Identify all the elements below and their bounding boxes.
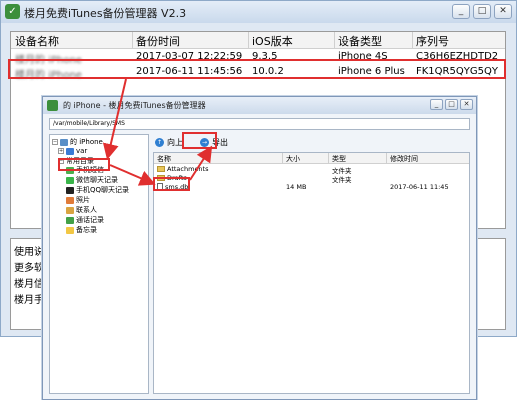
file-list-header: 名称 大小 类型 修改时间 [154,153,469,164]
tree-item-notes[interactable]: 备忘录 [66,225,97,235]
photo-icon [66,196,74,204]
main-title: 楼月免费iTunes备份管理器 V2.3 [24,7,187,20]
path-field[interactable]: /var/mobile/Library/SMS [49,118,470,130]
file-list: 名称 大小 类型 修改时间 Attachments 文件夹 Drafts 文件夹… [153,152,470,394]
column-header-modified[interactable]: 修改时间 [390,154,418,164]
folder-icon [66,147,74,155]
restore-button[interactable]: □ [473,4,491,19]
file-browser-window: 的 iPhone - 楼月免费iTunes备份管理器 _ □ ✕ /var/mo… [42,96,477,400]
column-header-device-name[interactable]: 设备名称 [15,33,59,49]
app-icon: ✓ [5,4,20,19]
tree-item-wechat[interactable]: 微信聊天记录 [66,175,118,185]
restore-button[interactable]: □ [445,99,458,110]
directory-tree: − 的 iPhone + var − 常用目录 手机短信 微信聊天记录 手机QQ… [49,134,149,394]
collapse-icon[interactable]: − [52,139,58,145]
info-line[interactable]: 楼月信 [14,275,44,290]
folder-icon [157,166,165,172]
tree-item-label: var [76,147,88,155]
expand-icon[interactable]: + [58,148,64,154]
contact-icon [66,206,74,214]
tree-item-var[interactable]: + var [58,147,87,155]
column-header-ios-version[interactable]: iOS版本 [252,33,293,49]
sms-highlight [58,158,110,171]
phone-call-icon [66,216,74,224]
file-modified: 2017-06-11 11:45 [390,183,449,191]
main-titlebar[interactable]: ✓ 楼月免费iTunes备份管理器 V2.3 _ □ ✕ [1,1,516,23]
sub-title: 的 iPhone - 楼月免费iTunes备份管理器 [63,101,206,110]
tree-item-call-log[interactable]: 通话记录 [66,215,104,225]
column-header-serial[interactable]: 序列号 [416,33,449,49]
sub-titlebar[interactable]: 的 iPhone - 楼月免费iTunes备份管理器 _ □ ✕ [43,97,476,114]
column-header-size[interactable]: 大小 [286,154,300,164]
selected-row-highlight [8,59,506,79]
up-button[interactable]: ↑ 向上 [155,137,183,148]
column-header-device-type[interactable]: 设备类型 [338,33,382,49]
minimize-button[interactable]: _ [452,4,470,19]
info-line[interactable]: 使用说 [14,243,44,258]
phone-icon [60,138,68,146]
tree-item-contacts[interactable]: 联系人 [66,205,97,215]
arrow-up-icon: ↑ [155,138,164,147]
tree-item-label: 微信聊天记录 [76,176,118,184]
close-button[interactable]: ✕ [494,4,512,19]
table-header: 设备名称 备份时间 iOS版本 设备类型 序列号 [11,32,505,49]
tree-item-photos[interactable]: 照片 [66,195,90,205]
sms-db-highlight [153,177,190,191]
file-name: Attachments [157,165,209,173]
file-row[interactable]: Attachments 文件夹 [154,165,469,175]
app-icon [47,100,58,111]
export-highlight [182,132,217,149]
qq-icon [66,186,74,194]
column-header-type[interactable]: 类型 [332,154,346,164]
file-row[interactable]: Drafts 文件夹 [154,174,469,184]
tree-item-label: 照片 [76,196,90,204]
minimize-button[interactable]: _ [430,99,443,110]
file-size: 14 MB [286,183,307,191]
info-line[interactable]: 楼月手 [14,291,44,306]
up-button-label: 向上 [167,138,183,147]
column-header-backup-time[interactable]: 备份时间 [136,33,180,49]
tree-item-label: 联系人 [76,206,97,214]
tree-item-device[interactable]: − 的 iPhone [52,137,103,147]
column-header-name[interactable]: 名称 [157,154,171,164]
tree-item-qq[interactable]: 手机QQ聊天记录 [66,185,129,195]
tree-item-label: 通话记录 [76,216,104,224]
file-row[interactable]: sms.db 14 MB 2017-06-11 11:45 [154,183,469,192]
close-button[interactable]: ✕ [460,99,473,110]
info-line[interactable]: 更多软 [14,259,44,274]
tree-item-label: 的 iPhone [70,138,103,146]
wechat-icon [66,176,74,184]
notes-icon [66,226,74,234]
tree-item-label: 手机QQ聊天记录 [76,186,130,194]
tree-item-label: 备忘录 [76,226,97,234]
